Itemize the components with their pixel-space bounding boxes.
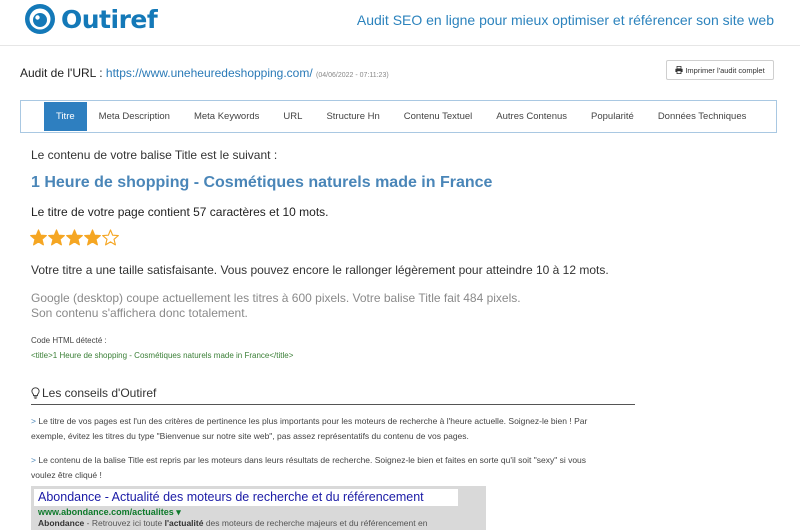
title-length-text: Le titre de votre page contient 57 carac… — [31, 205, 329, 219]
audit-url-line: Audit de l'URL : https://www.uneheuredes… — [20, 66, 389, 80]
detected-title: 1 Heure de shopping - Cosmétiques nature… — [31, 174, 493, 191]
tab-meta-keywords[interactable]: Meta Keywords — [182, 102, 271, 131]
logo-text: Outiref — [61, 4, 158, 34]
serp-example-title: Abondance - Actualité des moteurs de rec… — [34, 489, 458, 506]
serp-desc-bold-1: Abondance — [38, 518, 85, 528]
serp-desc-part-1: - Retrouvez ici toute — [84, 518, 165, 528]
star-filled-icon — [48, 229, 65, 246]
tip-1-line-1: Le titre de vos pages est l'un des critè… — [38, 416, 588, 426]
tab-popularite[interactable]: Popularité — [579, 102, 646, 131]
serp-desc-part-2: des moteurs de recherche majeurs et du r… — [203, 518, 428, 528]
serp-example-description: Abondance - Retrouvez ici toute l'actual… — [38, 518, 427, 528]
google-pixel-line-1: Google (desktop) coupe actuellement les … — [31, 291, 521, 305]
serp-example-url-text: www.abondance.com/actualites — [38, 507, 174, 517]
audit-tabs: Titre Meta Description Meta Keywords URL… — [20, 100, 777, 133]
logo-eye-icon — [25, 4, 55, 34]
html-code-label: Code HTML détecté : — [31, 336, 107, 345]
lightbulb-icon — [31, 387, 40, 399]
print-audit-button[interactable]: Imprimer l'audit complet — [666, 60, 774, 80]
tip-item-2: > Le contenu de la balise Title est repr… — [31, 453, 637, 483]
tip-1-line-2: exemple, évitez les titres du type "Bien… — [31, 431, 469, 441]
star-filled-icon — [84, 229, 101, 246]
caret-down-icon: ▾ — [176, 507, 181, 517]
print-audit-label: Imprimer l'audit complet — [685, 65, 765, 75]
tab-url[interactable]: URL — [271, 102, 314, 131]
tab-structure-hn[interactable]: Structure Hn — [314, 102, 391, 131]
tagline: Audit SEO en ligne pour mieux optimiser … — [356, 12, 774, 28]
title-intro: Le contenu de votre balise Title est le … — [31, 148, 278, 162]
tab-titre[interactable]: Titre — [44, 102, 87, 131]
printer-icon — [675, 66, 683, 74]
rating-stars — [30, 229, 119, 246]
tip-arrow-2: > — [31, 455, 36, 465]
star-empty-icon — [102, 229, 119, 246]
tip-2-line-1: Le contenu de la balise Title est repris… — [38, 455, 587, 465]
tab-donnees-techniques[interactable]: Données Techniques — [646, 102, 759, 131]
audit-date: (04/06/2022 - 07:11:23) — [316, 72, 389, 79]
tab-contenu-textuel[interactable]: Contenu Textuel — [392, 102, 485, 131]
tip-arrow-1: > — [31, 416, 36, 426]
serp-desc-bold-2: l'actualité — [164, 518, 204, 528]
tab-meta-description[interactable]: Meta Description — [87, 102, 182, 131]
html-code-value: <title>1 Heure de shopping - Cosmétiques… — [31, 351, 294, 360]
audit-label: Audit de l'URL : — [20, 66, 106, 80]
tab-autres-contenus[interactable]: Autres Contenus — [484, 102, 579, 131]
tips-divider — [31, 404, 635, 405]
tip-item-1: > Le titre de vos pages est l'un des cri… — [31, 414, 637, 444]
star-filled-icon — [30, 229, 47, 246]
tips-heading: Les conseils d'Outiref — [31, 386, 156, 400]
google-pixel-line-2: Son contenu s'affichera donc totalement. — [31, 306, 248, 320]
logo[interactable]: Outiref — [24, 3, 158, 35]
site-header: Outiref Audit SEO en ligne pour mieux op… — [0, 0, 800, 46]
tips-heading-text: Les conseils d'Outiref — [42, 386, 157, 400]
title-verdict: Votre titre a une taille satisfaisante. … — [31, 263, 609, 277]
serp-example-image: Abondance - Actualité des moteurs de rec… — [31, 486, 486, 530]
serp-example-url: www.abondance.com/actualites ▾ — [38, 507, 181, 518]
google-pixel-note: Google (desktop) coupe actuellement les … — [31, 291, 521, 321]
star-filled-icon — [66, 229, 83, 246]
audited-url-link[interactable]: https://www.uneheuredeshopping.com/ — [106, 66, 313, 80]
tip-2-line-2: voulez être cliqué ! — [31, 470, 102, 480]
